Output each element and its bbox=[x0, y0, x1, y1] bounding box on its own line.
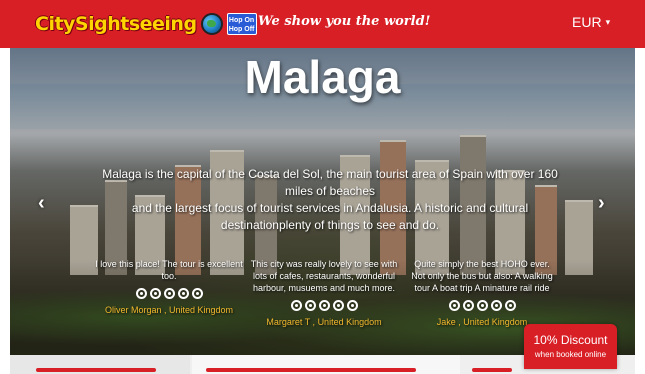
rating-circle-icon bbox=[135, 288, 147, 299]
city-description: Malaga is the capital of the Costa del S… bbox=[100, 166, 560, 234]
rating-circle-icon bbox=[304, 300, 316, 311]
rating-circle-icon bbox=[476, 300, 488, 311]
site-logo[interactable]: CitySightseeing Hop On Hop Off bbox=[35, 10, 257, 38]
rating-circle-icon bbox=[346, 300, 358, 311]
rating-circle-icon bbox=[149, 288, 161, 299]
rating-circle-icon bbox=[448, 300, 460, 311]
rating-circle-icon bbox=[318, 300, 330, 311]
rating-circle-icon bbox=[163, 288, 175, 299]
review-card: Quite simply the best HOHO ever. Not onl… bbox=[408, 258, 556, 328]
globe-icon bbox=[200, 13, 223, 35]
discount-subtitle: when booked online bbox=[534, 350, 607, 359]
description-line-2: and the largest focus of tourist service… bbox=[131, 201, 529, 232]
discount-title: 10% Discount bbox=[533, 333, 608, 347]
review-author: Margaret T , United Kingdom bbox=[266, 317, 382, 327]
rating-circles bbox=[250, 300, 398, 311]
section-heading-bar bbox=[472, 368, 512, 372]
chevron-right-icon[interactable]: › bbox=[598, 192, 605, 215]
review-author: Oliver Morgan , United Kingdom bbox=[104, 305, 234, 315]
rating-circle-icon bbox=[290, 300, 302, 311]
rating-circles bbox=[408, 300, 556, 311]
review-text: I love this place! The tour is excellent… bbox=[95, 259, 243, 281]
review-text: Quite simply the best HOHO ever. Not onl… bbox=[411, 259, 553, 293]
rating-circle-icon bbox=[462, 300, 474, 311]
currency-selector[interactable]: EUR ▾ bbox=[572, 14, 610, 30]
rating-circle-icon bbox=[504, 300, 516, 311]
section-heading-bar bbox=[206, 368, 416, 372]
logo-text: CitySightseeing bbox=[35, 13, 197, 35]
hop-on-hop-off-badge: Hop On Hop Off bbox=[226, 13, 257, 35]
review-text: This city was really lovely to see with … bbox=[250, 259, 398, 293]
rating-circle-icon bbox=[332, 300, 344, 311]
top-bar: CitySightseeing Hop On Hop Off We show y… bbox=[0, 0, 645, 48]
badge-line-1: Hop On bbox=[228, 17, 255, 24]
badge-line-2: Hop Off bbox=[228, 26, 255, 33]
discount-badge[interactable]: 10% Discount when booked online bbox=[524, 324, 617, 369]
tagline: We show you the world! bbox=[258, 14, 431, 29]
city-title: Malaga bbox=[244, 51, 401, 103]
rating-circles bbox=[95, 288, 243, 299]
rating-circle-icon bbox=[191, 288, 203, 299]
currency-label: EUR bbox=[572, 14, 602, 30]
rating-circle-icon bbox=[490, 300, 502, 311]
section-heading-bar bbox=[36, 368, 156, 372]
description-line-1: Malaga is the capital of the Costa del S… bbox=[102, 167, 558, 198]
rating-circle-icon bbox=[177, 288, 189, 299]
chevron-left-icon[interactable]: ‹ bbox=[38, 192, 45, 215]
review-card: I love this place! The tour is excellent… bbox=[95, 258, 243, 316]
review-card: This city was really lovely to see with … bbox=[250, 258, 398, 328]
caret-down-icon: ▾ bbox=[605, 16, 611, 27]
